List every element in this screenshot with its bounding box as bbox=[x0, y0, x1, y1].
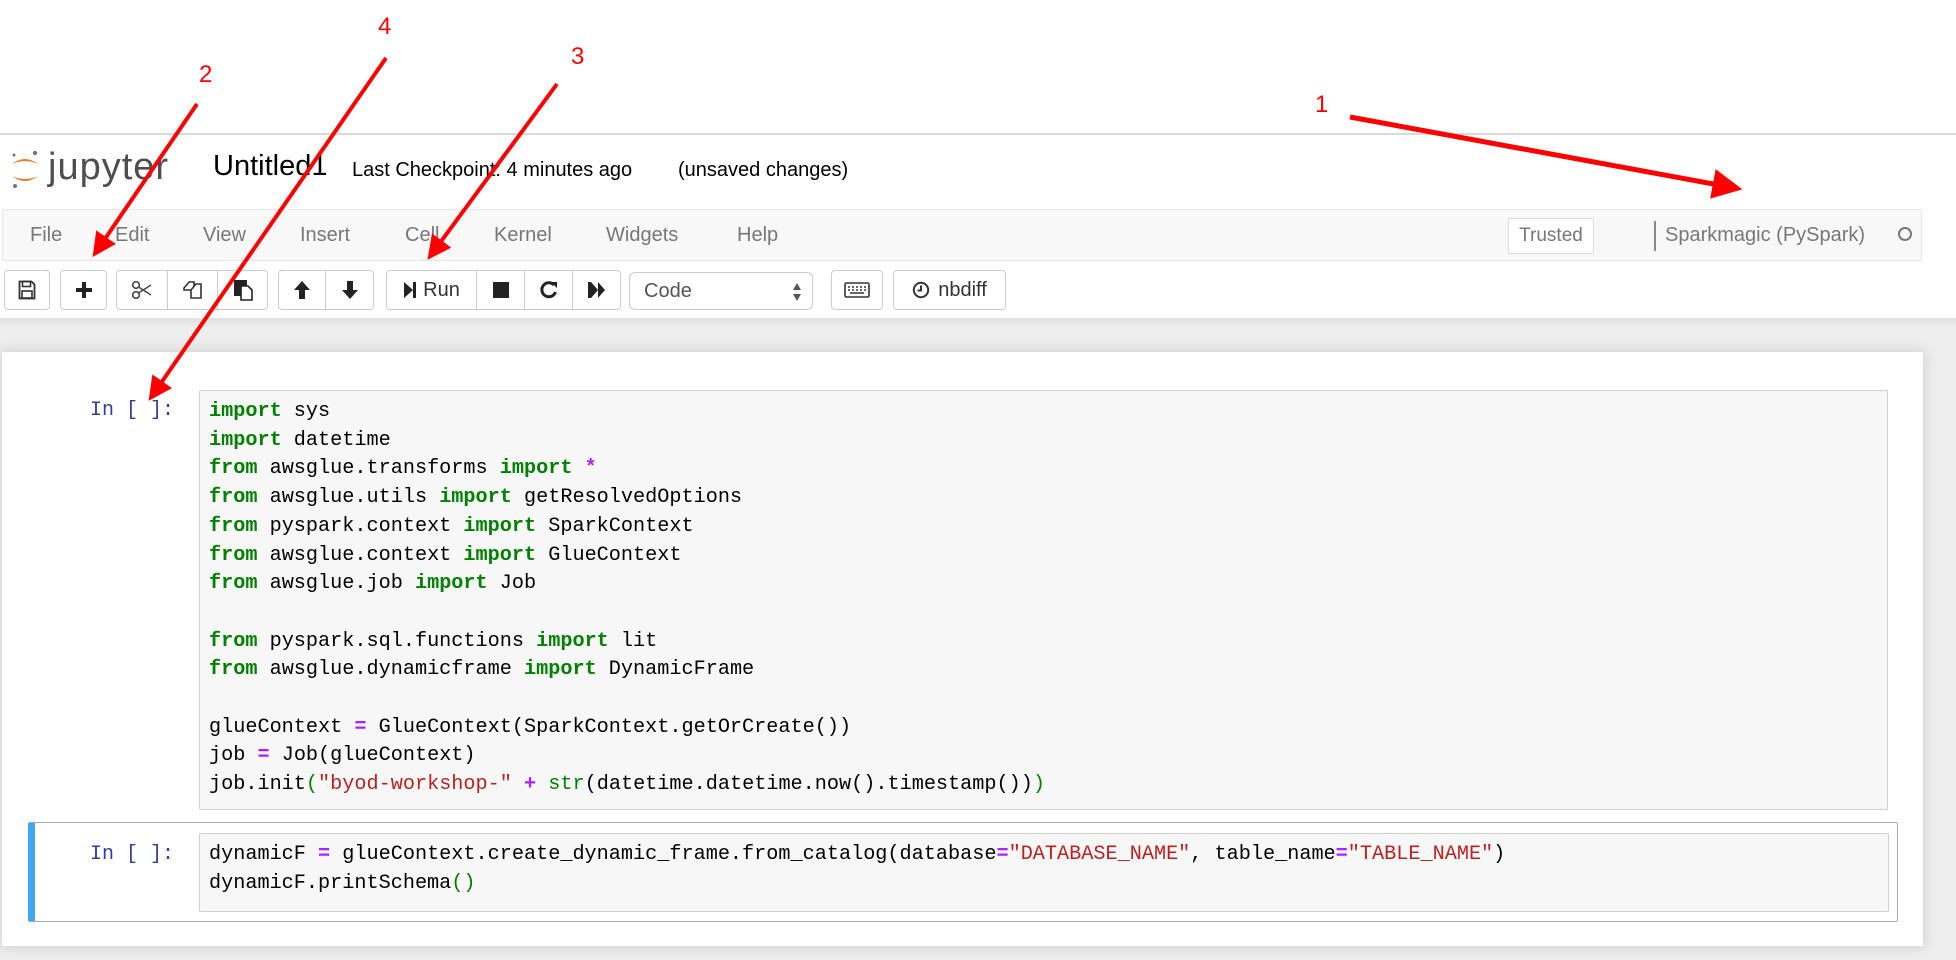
checkpoint-status: Last Checkpoint: 4 minutes ago bbox=[352, 159, 633, 181]
run-button-label: Run bbox=[423, 278, 460, 301]
menu-help[interactable]: Help bbox=[737, 224, 778, 247]
toolbar: Run Code nbdiff bbox=[0, 270, 1956, 312]
select-updown-icon bbox=[793, 283, 801, 301]
annotation-label: 4 bbox=[378, 13, 391, 40]
kernel-separator bbox=[1654, 221, 1656, 251]
toolbar-shadow bbox=[0, 318, 1956, 328]
stop-icon bbox=[492, 282, 509, 298]
code-line: glueContext = GlueContext(SparkContext.g… bbox=[209, 715, 852, 739]
scissors-icon bbox=[131, 280, 152, 300]
floppy-disk-icon bbox=[18, 280, 36, 300]
menu-kernel[interactable]: Kernel bbox=[494, 224, 552, 247]
restart-run-all-button[interactable] bbox=[573, 270, 621, 310]
notebook-title[interactable]: Untitled1 bbox=[213, 150, 327, 183]
code-editor[interactable]: dynamicF = glueContext.create_dynamic_fr… bbox=[209, 841, 1505, 898]
jupyter-logo-icon bbox=[12, 150, 38, 188]
code-line: from pyspark.context import SparkContext bbox=[209, 514, 694, 538]
kernel-name[interactable]: Sparkmagic (PySpark) bbox=[1665, 224, 1865, 247]
code-line: job.init("byod-workshop-" + str(datetime… bbox=[209, 773, 1045, 797]
menubar: File Edit View Insert Cell Kernel Widget… bbox=[2, 209, 1922, 261]
menu-edit[interactable]: Edit bbox=[115, 224, 149, 247]
annotation-label: 3 bbox=[571, 43, 584, 70]
code-line: import sys bbox=[209, 400, 331, 423]
nbdiff-button[interactable]: nbdiff bbox=[893, 270, 1006, 310]
copy-cell-button[interactable] bbox=[168, 270, 218, 310]
code-input-area[interactable]: dynamicF = glueContext.create_dynamic_fr… bbox=[199, 833, 1889, 912]
plus-icon bbox=[75, 282, 92, 298]
nbdiff-label: nbdiff bbox=[938, 278, 987, 301]
paste-icon bbox=[233, 280, 253, 301]
kernel-idle-indicator-icon bbox=[1898, 227, 1912, 241]
code-line: dynamicF.printSchema() bbox=[209, 871, 476, 895]
menu-file[interactable]: File bbox=[30, 224, 62, 247]
code-line: from awsglue.context import GlueContext bbox=[209, 543, 682, 567]
run-button[interactable]: Run bbox=[386, 270, 477, 310]
save-button[interactable] bbox=[4, 270, 50, 310]
keyboard-icon bbox=[844, 282, 870, 298]
code-line: import datetime bbox=[209, 428, 391, 452]
code-line: from awsglue.utils import getResolvedOpt… bbox=[209, 486, 743, 510]
code-line: from awsglue.dynamicframe import Dynamic… bbox=[209, 658, 755, 682]
menu-widgets[interactable]: Widgets bbox=[606, 224, 678, 247]
jupyter-logo-text: jupyter bbox=[48, 146, 170, 188]
cut-cell-button[interactable] bbox=[116, 270, 168, 310]
code-line: from pyspark.sql.functions import lit bbox=[209, 629, 658, 653]
annotation-label: 1 bbox=[1315, 91, 1328, 118]
menu-view[interactable]: View bbox=[203, 224, 246, 247]
menu-cell[interactable]: Cell bbox=[405, 224, 439, 247]
code-cell-selected[interactable]: In [ ]: dynamicF = glueContext.create_dy… bbox=[28, 822, 1898, 922]
code-cell[interactable]: In [ ]: import sys import datetime from … bbox=[2, 374, 1923, 810]
annotation-label: 2 bbox=[199, 61, 212, 88]
cell-prompt: In [ ]: bbox=[90, 399, 175, 422]
code-input-area[interactable]: import sys import datetime from awsglue.… bbox=[199, 390, 1888, 810]
arrow-up-icon bbox=[294, 281, 310, 299]
trusted-notebook-button[interactable]: Trusted bbox=[1508, 218, 1594, 254]
command-palette-button[interactable] bbox=[831, 270, 883, 310]
notebook-container: In [ ]: import sys import datetime from … bbox=[2, 352, 1923, 946]
insert-cell-below-button[interactable] bbox=[60, 270, 107, 310]
clock-icon bbox=[913, 281, 930, 299]
fast-forward-icon bbox=[587, 282, 605, 298]
code-line: from awsglue.transforms import * bbox=[209, 457, 597, 481]
restart-icon bbox=[539, 281, 557, 299]
restart-kernel-button[interactable] bbox=[525, 270, 573, 310]
code-editor[interactable]: import sys import datetime from awsglue.… bbox=[209, 398, 1045, 800]
autosave-status: (unsaved changes) bbox=[678, 159, 849, 181]
cell-prompt: In [ ]: bbox=[90, 843, 175, 866]
cell-type-select[interactable]: Code bbox=[629, 272, 813, 310]
arrow-down-icon bbox=[341, 281, 358, 299]
code-line: dynamicF = glueContext.create_dynamic_fr… bbox=[209, 843, 1506, 866]
paste-cell-button[interactable] bbox=[218, 270, 268, 310]
move-cell-down-button[interactable] bbox=[326, 270, 374, 310]
jupyter-logo[interactable]: jupyter bbox=[8, 146, 193, 198]
step-forward-icon bbox=[404, 282, 417, 298]
menu-insert[interactable]: Insert bbox=[300, 224, 350, 247]
copy-icon bbox=[182, 281, 202, 299]
notebook-header: jupyter Untitled1 Last Checkpoint: 4 min… bbox=[0, 133, 1956, 210]
notebook-site[interactable]: In [ ]: import sys import datetime from … bbox=[0, 318, 1956, 960]
cell-type-value: Code bbox=[644, 280, 692, 302]
code-line: from awsglue.job import Job bbox=[209, 572, 537, 596]
move-cell-up-button[interactable] bbox=[278, 270, 326, 310]
interrupt-kernel-button[interactable] bbox=[477, 270, 525, 310]
code-line: job = Job(glueContext) bbox=[209, 744, 476, 768]
